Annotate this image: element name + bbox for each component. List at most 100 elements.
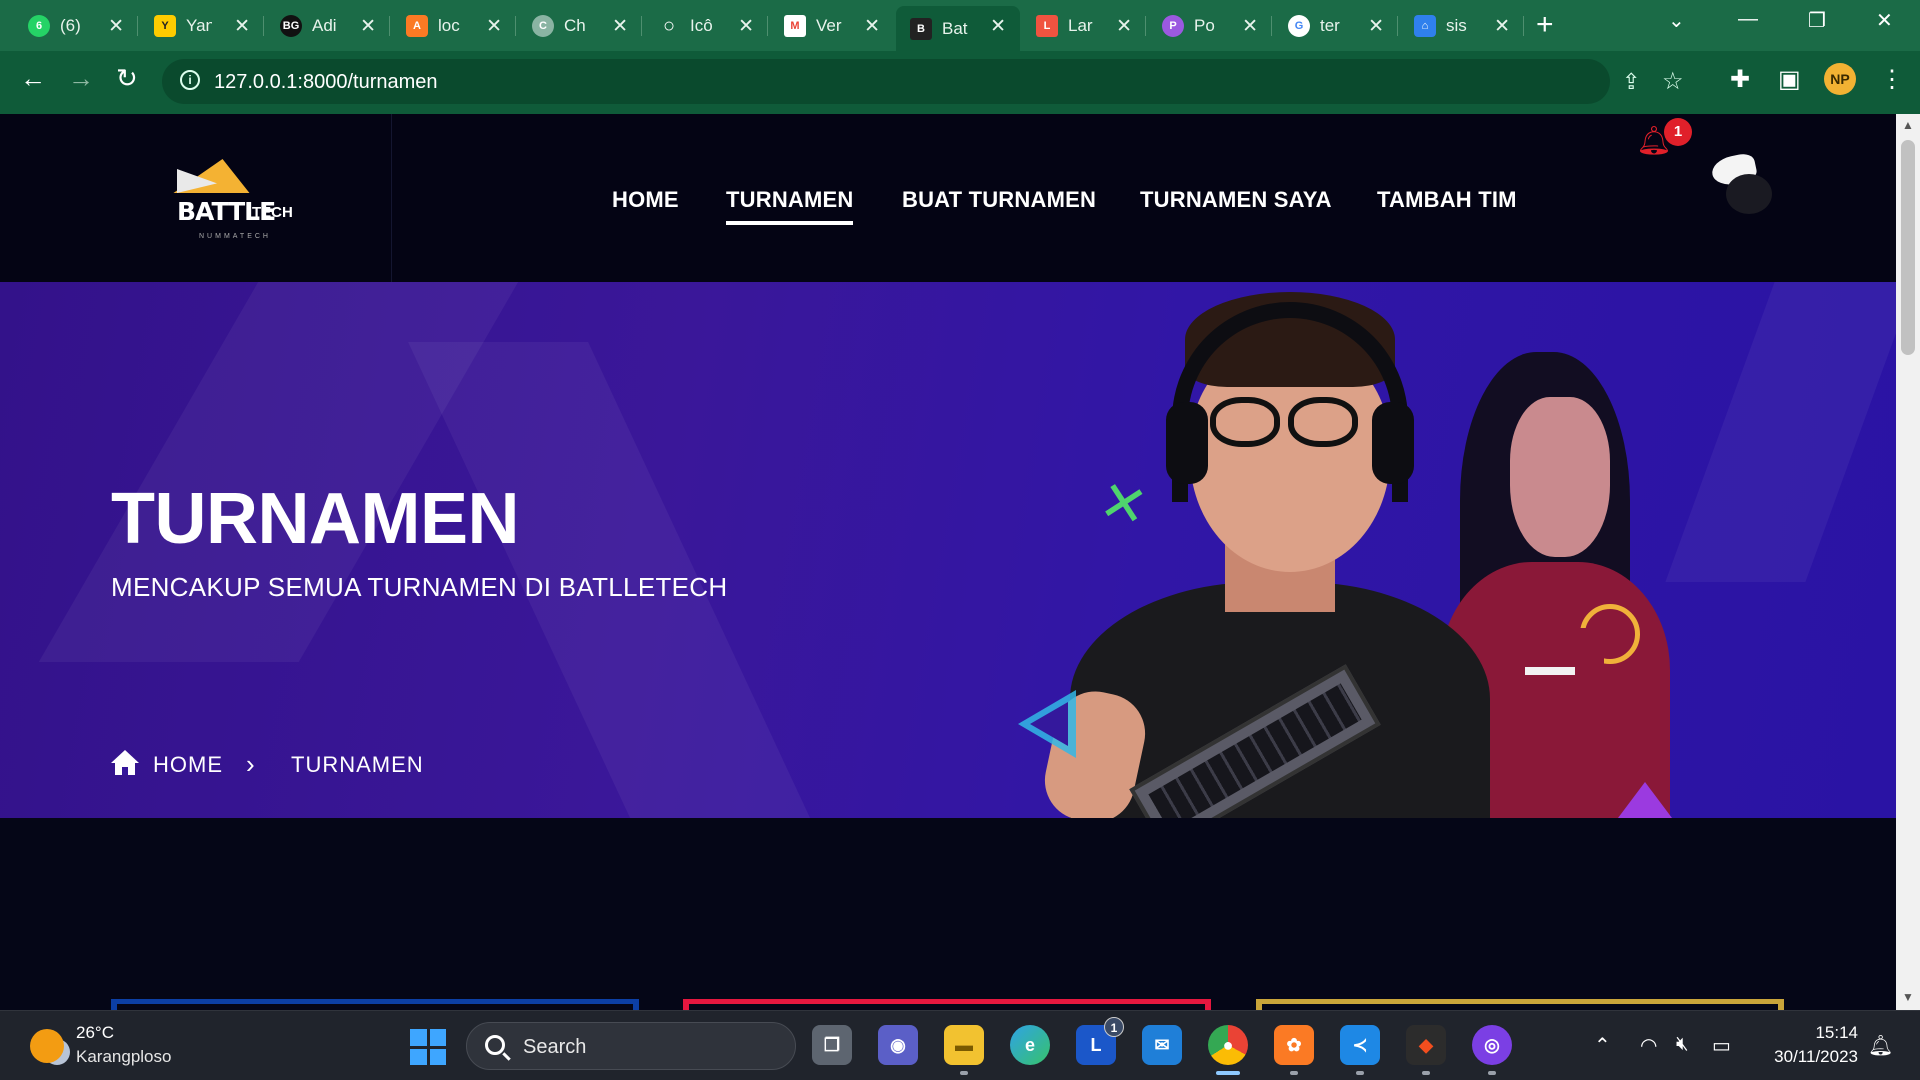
close-icon[interactable]: ✕ bbox=[234, 15, 250, 38]
window-close-icon[interactable]: ✕ bbox=[1876, 8, 1893, 33]
teams-chat-icon[interactable]: ◉ bbox=[878, 1025, 918, 1065]
show-hidden-icons-chevron-icon[interactable]: ⌃ bbox=[1594, 1033, 1611, 1058]
xampp-icon: A bbox=[406, 15, 428, 37]
scrollbar-thumb[interactable] bbox=[1901, 140, 1915, 355]
hero-gamers-image bbox=[1020, 282, 1720, 818]
close-icon[interactable]: ✕ bbox=[108, 15, 124, 38]
share-icon[interactable]: ⇪ bbox=[1622, 69, 1640, 95]
tournament-card-blue[interactable] bbox=[111, 999, 639, 1010]
earcup-shape bbox=[1372, 402, 1414, 484]
tournament-card-gold[interactable] bbox=[1256, 999, 1784, 1010]
breadcrumb-home[interactable]: HOME bbox=[153, 752, 223, 778]
file-explorer-icon[interactable]: ▬ bbox=[944, 1025, 984, 1075]
volume-muted-icon[interactable]: 🔇︎ bbox=[1676, 1033, 1689, 1056]
github-desktop-icon[interactable]: ◎ bbox=[1472, 1025, 1512, 1075]
tab-laravel[interactable]: L Lar ✕ bbox=[1022, 6, 1146, 46]
close-icon[interactable]: ✕ bbox=[738, 15, 754, 38]
xampp-icon[interactable]: ✿ bbox=[1274, 1025, 1314, 1075]
new-tab-plus-icon[interactable]: + bbox=[1536, 8, 1554, 42]
tab-title: ter bbox=[1320, 16, 1340, 35]
url-text[interactable]: 127.0.0.1:8000/turnamen bbox=[214, 71, 438, 94]
tab-adi[interactable]: BG Adi ✕ bbox=[266, 6, 390, 46]
weather-temperature[interactable]: 26°C bbox=[76, 1023, 114, 1043]
poe-icon: P bbox=[1162, 15, 1184, 37]
battletech-logo[interactable]: BATTLE TECH NUMMATECH bbox=[173, 159, 297, 249]
close-icon[interactable]: ✕ bbox=[1494, 15, 1510, 38]
extensions-puzzle-icon[interactable]: ✚ bbox=[1730, 65, 1750, 94]
todo-l-icon[interactable]: L1 bbox=[1076, 1017, 1124, 1065]
tab-poe[interactable]: P Po ✕ bbox=[1148, 6, 1272, 46]
close-icon[interactable]: ✕ bbox=[1116, 15, 1132, 38]
nav-turnamen-saya[interactable]: TURNAMEN SAYA bbox=[1140, 187, 1332, 217]
tab-title: Yan bbox=[186, 16, 212, 35]
chrome-icon[interactable]: ● bbox=[1208, 1025, 1248, 1075]
decor-triangle-shape bbox=[1600, 782, 1690, 818]
forward-arrow-icon[interactable]: → bbox=[68, 63, 94, 94]
nav-home[interactable]: HOME bbox=[612, 187, 679, 217]
back-arrow-icon[interactable]: ← bbox=[20, 63, 46, 94]
minimize-icon[interactable]: — bbox=[1738, 8, 1758, 31]
browser-tab-strip: 6 (6) ✕ Y Yan ✕ BG Adi ✕ A loc ✕ C Ch ✕ … bbox=[0, 0, 1920, 51]
menu-kebab-icon[interactable]: ⋮ bbox=[1880, 65, 1904, 94]
clock-date: 30/11/2023 bbox=[1774, 1047, 1858, 1066]
weather-location[interactable]: Karangploso bbox=[76, 1047, 171, 1067]
close-icon[interactable]: ✕ bbox=[990, 15, 1006, 38]
edge-browser-icon[interactable]: e bbox=[1010, 1025, 1050, 1065]
close-icon[interactable]: ✕ bbox=[360, 15, 376, 38]
side-panel-icon[interactable]: ▣ bbox=[1778, 65, 1801, 94]
tab-battletech-active[interactable]: B Bat ✕ bbox=[896, 6, 1020, 51]
tab-search-chevron-icon[interactable]: ⌄ bbox=[1668, 8, 1685, 33]
nav-buat-turnamen[interactable]: BUAT TURNAMEN bbox=[902, 187, 1096, 217]
tab-gmail[interactable]: M Ver ✕ bbox=[770, 6, 894, 46]
close-icon[interactable]: ✕ bbox=[612, 15, 628, 38]
reload-icon[interactable]: ↻ bbox=[116, 63, 138, 94]
close-icon[interactable]: ✕ bbox=[486, 15, 502, 38]
user-avatar[interactable] bbox=[1709, 151, 1776, 214]
shirt-stripe-shape bbox=[1525, 667, 1575, 675]
background-shard bbox=[38, 282, 542, 662]
whatsapp-icon: 6 bbox=[28, 15, 50, 37]
tab-title: (6) bbox=[60, 16, 81, 35]
chatgpt-icon: C bbox=[532, 15, 554, 37]
close-icon[interactable]: ✕ bbox=[1368, 15, 1384, 38]
address-bar[interactable]: i 127.0.0.1:8000/turnamen ⇪ ☆ bbox=[162, 59, 1684, 104]
tournament-card-red[interactable] bbox=[683, 999, 1211, 1010]
tab-yandex[interactable]: Y Yan ✕ bbox=[140, 6, 264, 46]
mail-icon[interactable]: ✉ bbox=[1142, 1025, 1182, 1065]
nav-turnamen[interactable]: TURNAMEN bbox=[726, 187, 854, 225]
task-view-icon[interactable]: ❐ bbox=[812, 1025, 852, 1065]
tab-localhost[interactable]: A loc ✕ bbox=[392, 6, 516, 46]
search-icon bbox=[485, 1035, 505, 1055]
scroll-down-arrow-icon[interactable]: ▼ bbox=[1902, 990, 1914, 1004]
tab-sistem[interactable]: ⌂ sis ✕ bbox=[1400, 6, 1524, 46]
nav-tambah-tim[interactable]: TAMBAH TIM bbox=[1377, 187, 1517, 217]
vscode-icon[interactable]: ≺ bbox=[1340, 1025, 1380, 1075]
tab-title: Adi bbox=[312, 16, 337, 35]
system-clock[interactable]: 15:14 30/11/2023 bbox=[1758, 1021, 1858, 1069]
taskbar-search[interactable]: Search bbox=[466, 1022, 796, 1070]
bookmark-star-icon[interactable]: ☆ bbox=[1662, 67, 1684, 96]
figma-icon[interactable]: ◆ bbox=[1406, 1025, 1446, 1075]
close-icon[interactable]: ✕ bbox=[864, 15, 880, 38]
google-icon: G bbox=[1288, 15, 1310, 37]
tab-chatgpt[interactable]: C Ch ✕ bbox=[518, 6, 642, 46]
weather-partly-sunny-icon[interactable] bbox=[30, 1029, 64, 1063]
windows-taskbar: 26°C Karangploso Search ❐ ◉ ▬ e L1 ✉ ● ✿… bbox=[0, 1010, 1920, 1080]
start-windows-icon[interactable] bbox=[410, 1029, 446, 1065]
tab-whatsapp[interactable]: 6 (6) ✕ bbox=[14, 6, 138, 46]
tab-icon[interactable]: ○ Icô ✕ bbox=[644, 6, 768, 46]
restore-icon[interactable]: ❐ bbox=[1808, 8, 1826, 33]
gmail-icon: M bbox=[784, 15, 806, 37]
battery-icon[interactable]: ▭ bbox=[1712, 1033, 1731, 1058]
site-info-icon[interactable]: i bbox=[180, 70, 200, 90]
close-icon[interactable]: ✕ bbox=[1242, 15, 1258, 38]
logo-text: TECH bbox=[252, 204, 293, 221]
tab-title: Ch bbox=[564, 16, 586, 35]
profile-avatar[interactable]: NP bbox=[1824, 63, 1856, 95]
tab-google[interactable]: G ter ✕ bbox=[1274, 6, 1398, 46]
notification-bell-icon[interactable]: 🔔︎ bbox=[1868, 1033, 1893, 1058]
wifi-icon[interactable]: ◠ bbox=[1640, 1033, 1657, 1058]
home-icon[interactable] bbox=[111, 750, 139, 776]
scroll-up-arrow-icon[interactable]: ▲ bbox=[1902, 118, 1914, 132]
page-scrollbar[interactable]: ▲ ▼ bbox=[1896, 114, 1920, 1010]
